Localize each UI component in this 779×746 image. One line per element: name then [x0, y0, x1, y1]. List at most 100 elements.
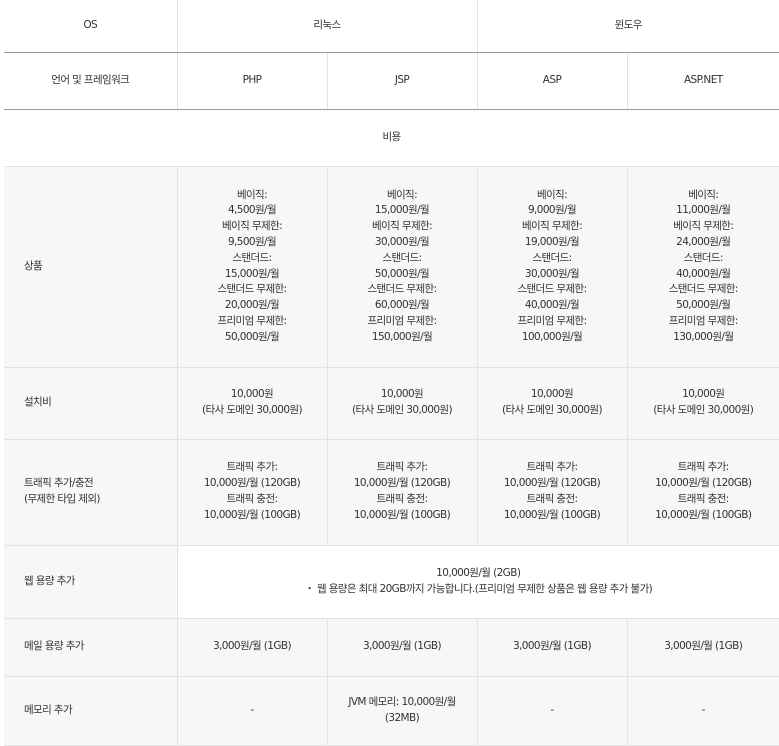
cell-line: 4,500원/월	[180, 203, 325, 219]
os-header-label: OS	[4, 0, 177, 52]
cell-line: (타사 도메인 30,000원)	[480, 403, 625, 419]
cell-line: 9,500원/월	[180, 235, 325, 251]
traffic-cell-jsp: 트래픽 추가:10,000원/월 (120GB)트래픽 충전:10,000원/월…	[327, 439, 477, 545]
cell-line: (32MB)	[330, 711, 475, 727]
web-storage-label: 웹 용량 추가	[4, 545, 177, 618]
cell-line: 스탠더드:	[330, 251, 475, 267]
cell-line: 40,000원/월	[630, 267, 778, 283]
traffic-cell-php: 트래픽 추가:10,000원/월 (120GB)트래픽 충전:10,000원/월…	[177, 439, 327, 545]
traffic-label-line1: 트래픽 추가/충전	[24, 476, 177, 492]
lang-asp: ASP	[477, 52, 627, 109]
product-cell-aspnet: 베이직:11,000원/월베이직 무제한:24,000원/월스탠더드:40,00…	[627, 166, 779, 367]
cell-line: 9,000원/월	[480, 203, 625, 219]
cell-line: 프리미엄 무제한:	[330, 314, 475, 330]
cell-line: 15,000원/월	[330, 203, 475, 219]
cell-line: 10,000원/월 (100GB)	[480, 508, 625, 524]
cell-line: 트래픽 추가:	[630, 460, 778, 476]
setup-cell-php: 10,000원(타사 도메인 30,000원)	[177, 367, 327, 439]
cell-line: 스탠더드 무제한:	[480, 282, 625, 298]
cell-line: -	[630, 703, 778, 719]
cell-line: 트래픽 추가:	[180, 460, 325, 476]
cell-line: 10,000원/월 (120GB)	[630, 476, 778, 492]
cell-line: 10,000원/월 (120GB)	[480, 476, 625, 492]
cell-line: 스탠더드 무제한:	[630, 282, 778, 298]
memory-cell-asp: -	[477, 676, 627, 745]
cell-line: 100,000원/월	[480, 330, 625, 346]
cell-line: 프리미엄 무제한:	[480, 314, 625, 330]
product-label: 상품	[4, 166, 177, 367]
cell-line: 베이직 무제한:	[480, 219, 625, 235]
cell-line: 트래픽 충전:	[480, 492, 625, 508]
mail-cell-php: 3,000원/월 (1GB)	[177, 618, 327, 676]
cell-line: (타사 도메인 30,000원)	[630, 403, 778, 419]
cell-line: 스탠더드:	[480, 251, 625, 267]
cell-line: 프리미엄 무제한:	[180, 314, 325, 330]
mail-cell-asp: 3,000원/월 (1GB)	[477, 618, 627, 676]
cell-line: 10,000원	[180, 387, 325, 403]
cell-line: 트래픽 추가:	[330, 460, 475, 476]
memory-cell-jsp: JVM 메모리: 10,000원/월(32MB)	[327, 676, 477, 745]
lang-php: PHP	[177, 52, 327, 109]
language-header-label: 언어 및 프레임워크	[4, 52, 177, 109]
cell-line: 베이직 무제한:	[630, 219, 778, 235]
cell-line: 베이직:	[630, 188, 778, 204]
cell-line: (타사 도메인 30,000원)	[330, 403, 475, 419]
cell-line: 10,000원/월 (100GB)	[180, 508, 325, 524]
cell-line: 11,000원/월	[630, 203, 778, 219]
cell-line: 10,000원/월 (120GB)	[330, 476, 475, 492]
mail-cell-jsp: 3,000원/월 (1GB)	[327, 618, 477, 676]
cell-line: (타사 도메인 30,000원)	[180, 403, 325, 419]
mail-cell-aspnet: 3,000원/월 (1GB)	[627, 618, 779, 676]
cell-line: -	[480, 703, 625, 719]
web-storage-note: ・ 웹 용량은 최대 20GB까지 가능합니다.(프리미엄 무제한 상품은 웹 …	[178, 582, 779, 598]
setup-fee-label: 설치비	[4, 367, 177, 439]
cell-line: 50,000원/월	[630, 298, 778, 314]
mail-storage-label: 메일 용량 추가	[4, 618, 177, 676]
cell-line: 트래픽 추가:	[480, 460, 625, 476]
setup-cell-jsp: 10,000원(타사 도메인 30,000원)	[327, 367, 477, 439]
lang-jsp: JSP	[327, 52, 477, 109]
cell-line: 스탠더드:	[630, 251, 778, 267]
cell-line: 24,000원/월	[630, 235, 778, 251]
cell-line: 10,000원	[630, 387, 778, 403]
memory-label: 메모리 추가	[4, 676, 177, 745]
cell-line: 트래픽 충전:	[330, 492, 475, 508]
cell-line: 10,000원	[480, 387, 625, 403]
cell-line: 19,000원/월	[480, 235, 625, 251]
cost-section-title: 비용	[4, 109, 779, 166]
lang-aspnet: ASP.NET	[627, 52, 779, 109]
cell-line: 10,000원/월 (100GB)	[330, 508, 475, 524]
cell-line: 스탠더드 무제한:	[180, 282, 325, 298]
product-cell-asp: 베이직:9,000원/월베이직 무제한:19,000원/월스탠더드:30,000…	[477, 166, 627, 367]
cell-line: 20,000원/월	[180, 298, 325, 314]
cell-line: 60,000원/월	[330, 298, 475, 314]
cell-line: 베이직:	[180, 188, 325, 204]
web-storage-cell: 10,000원/월 (2GB) ・ 웹 용량은 최대 20GB까지 가능합니다.…	[177, 545, 779, 618]
cell-line: JVM 메모리: 10,000원/월	[330, 695, 475, 711]
cell-line: 150,000원/월	[330, 330, 475, 346]
product-cell-php: 베이직:4,500원/월베이직 무제한:9,500원/월스탠더드:15,000원…	[177, 166, 327, 367]
setup-cell-asp: 10,000원(타사 도메인 30,000원)	[477, 367, 627, 439]
cell-line: 30,000원/월	[330, 235, 475, 251]
cell-line: 트래픽 충전:	[180, 492, 325, 508]
hosting-price-table: OS 리눅스 윈도우 언어 및 프레임워크 PHP JSP ASP ASP.NE…	[4, 0, 779, 746]
cell-line: 40,000원/월	[480, 298, 625, 314]
product-cell-jsp: 베이직:15,000원/월베이직 무제한:30,000원/월스탠더드:50,00…	[327, 166, 477, 367]
memory-cell-php: -	[177, 676, 327, 745]
cell-line: 10,000원	[330, 387, 475, 403]
traffic-cell-aspnet: 트래픽 추가:10,000원/월 (120GB)트래픽 충전:10,000원/월…	[627, 439, 779, 545]
cell-line: 베이직:	[480, 188, 625, 204]
setup-cell-aspnet: 10,000원(타사 도메인 30,000원)	[627, 367, 779, 439]
cell-line: 130,000원/월	[630, 330, 778, 346]
windows-header: 윈도우	[477, 0, 779, 52]
cell-line: 50,000원/월	[180, 330, 325, 346]
traffic-label: 트래픽 추가/충전 (무제한 타입 제외)	[4, 439, 177, 545]
memory-cell-aspnet: -	[627, 676, 779, 745]
linux-header: 리눅스	[177, 0, 477, 52]
cell-line: 30,000원/월	[480, 267, 625, 283]
cell-line: 베이직:	[330, 188, 475, 204]
cell-line: 10,000원/월 (120GB)	[180, 476, 325, 492]
cell-line: 베이직 무제한:	[180, 219, 325, 235]
cell-line: 15,000원/월	[180, 267, 325, 283]
traffic-label-line2: (무제한 타입 제외)	[24, 492, 177, 508]
